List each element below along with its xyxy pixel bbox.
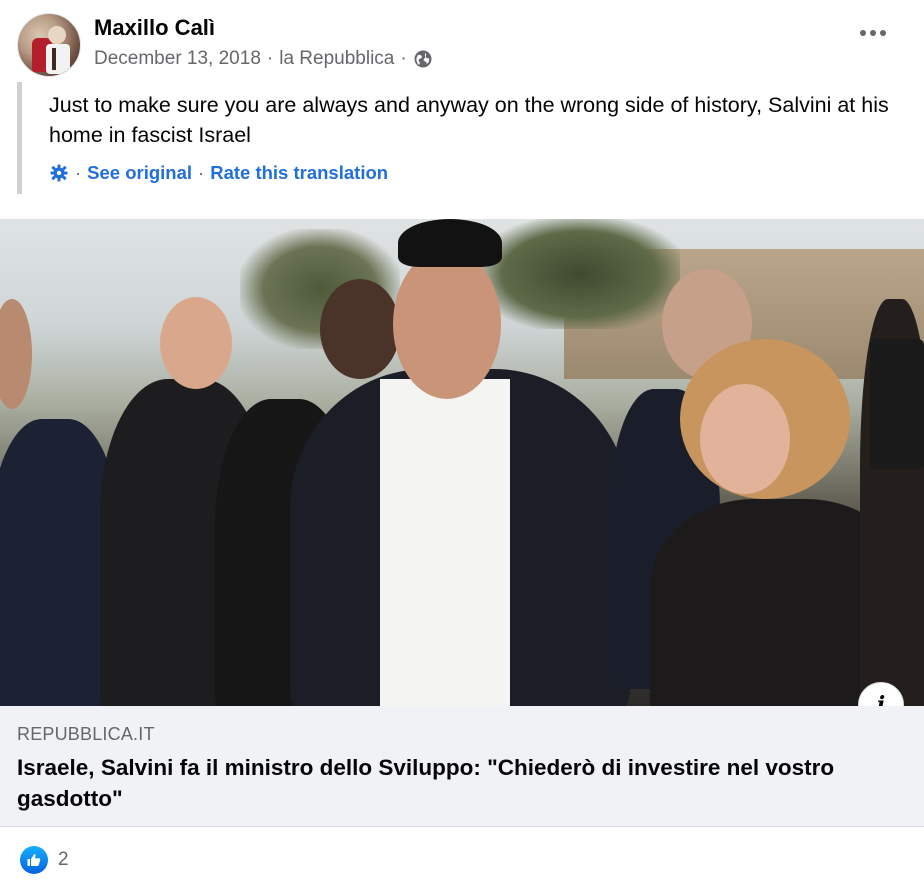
translation-bar: · See original · Rate this translation	[49, 162, 388, 184]
link-preview-image[interactable]	[0, 219, 924, 706]
author-name[interactable]: Maxillo Calì	[94, 15, 215, 41]
see-original-link[interactable]: See original	[87, 162, 192, 184]
gear-icon[interactable]	[49, 163, 69, 183]
post-meta: December 13, 2018 · la Repubblica ·	[94, 48, 433, 70]
like-icon	[20, 846, 48, 874]
link-preview-card[interactable]: REPUBBLICA.IT Israele, Salvini fa il min…	[0, 706, 924, 827]
link-domain: REPUBBLICA.IT	[17, 724, 155, 744]
facebook-post: Maxillo Calì December 13, 2018 · la Repu…	[0, 0, 924, 891]
translation-separator: ·	[198, 162, 205, 183]
like-count: 2	[58, 849, 69, 870]
more-options-icon[interactable]	[860, 30, 886, 36]
post-source: la Repubblica	[279, 48, 395, 69]
translation-quote-bar	[17, 82, 22, 194]
reactions-summary[interactable]: 2	[20, 846, 69, 874]
link-headline: Israele, Salvini fa il ministro dello Sv…	[17, 755, 835, 811]
author-avatar[interactable]	[17, 13, 81, 77]
globe-icon	[414, 50, 432, 68]
translation-separator: ·	[75, 162, 82, 183]
post-date[interactable]: December 13, 2018	[94, 48, 261, 70]
meta-separator: ·	[266, 48, 274, 69]
post-text: Just to make sure you are always and any…	[49, 93, 889, 147]
meta-separator: ·	[400, 48, 407, 69]
rate-translation-link[interactable]: Rate this translation	[210, 162, 388, 184]
